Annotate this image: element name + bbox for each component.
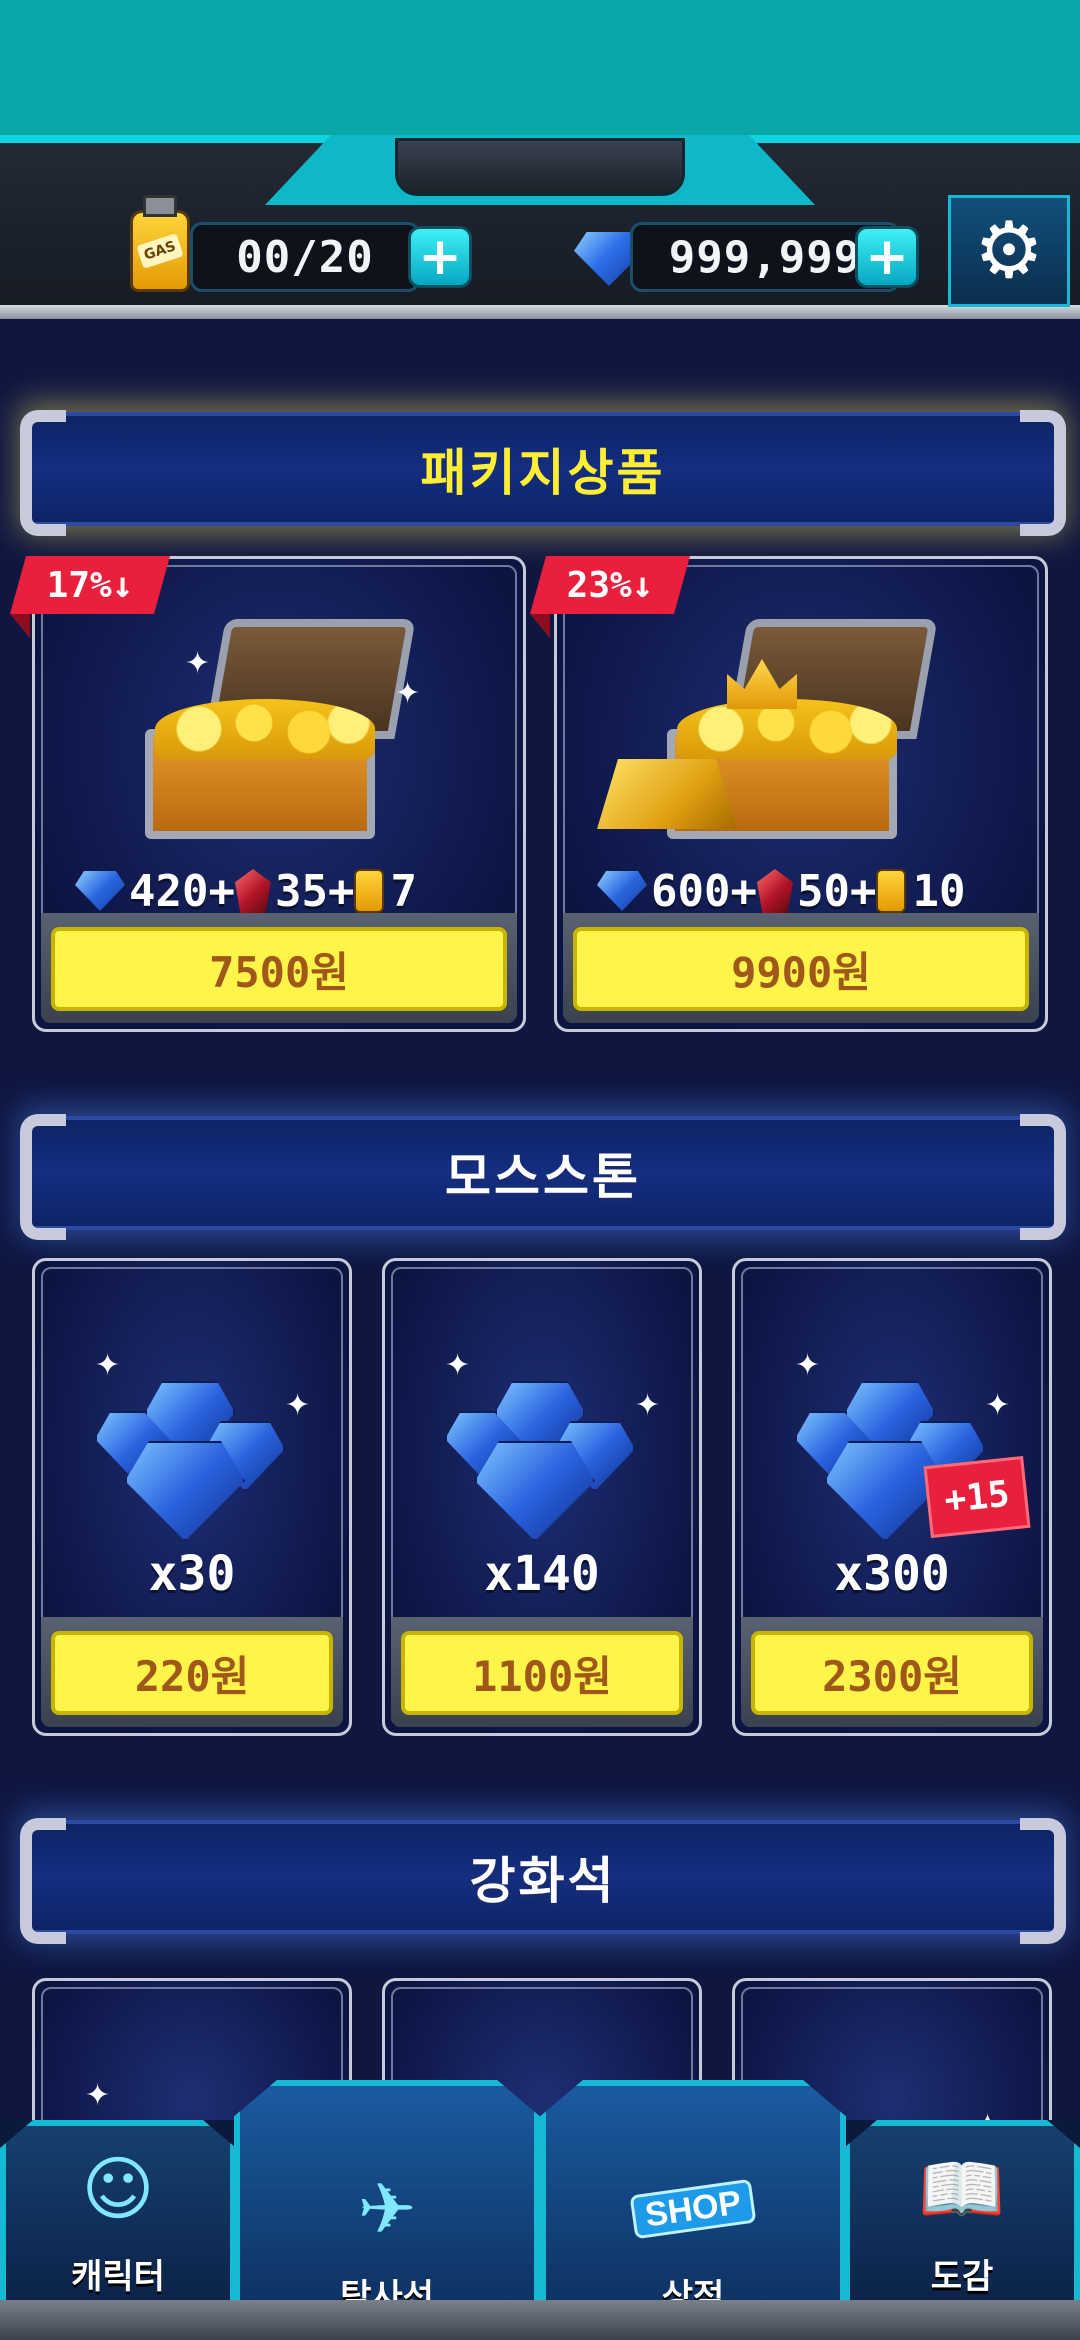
nav-item-character[interactable]: ☺ 캐릭터 xyxy=(0,2120,236,2320)
reward-gas: 10 xyxy=(912,865,966,917)
gem-count-text: 999,999 xyxy=(668,231,862,283)
plus-icon: + xyxy=(865,227,909,287)
section-title-mosstone: 모스스톤 xyxy=(445,1148,641,1206)
sparkle-icon: ✦ xyxy=(795,1348,821,1383)
section-header-mosstone: 모스스톤 xyxy=(20,1114,1066,1240)
spaceship-icon: ✈ xyxy=(357,2168,417,2250)
gem-icon xyxy=(75,871,125,911)
gear-icon: ⚙ xyxy=(974,206,1044,296)
nav-bottom-trim xyxy=(0,2300,1080,2340)
mosstone-card[interactable]: ✦ ✦ +15 x300 2300원 xyxy=(732,1258,1052,1736)
reward-row: 600+ 50+ 10 xyxy=(597,861,1025,921)
discount-badge: 17%↓ xyxy=(10,556,170,614)
bracket-left xyxy=(20,1114,66,1240)
buy-button[interactable]: 9900원 xyxy=(573,927,1029,1011)
top-notch-inner xyxy=(395,138,685,196)
package-card[interactable]: ✦ ✦ 420+ 35+ 7 7500원 xyxy=(32,556,526,1032)
reward-gas: 7 xyxy=(390,865,417,917)
plus-icon: + xyxy=(418,227,462,287)
reward-gems: 600+ xyxy=(651,865,757,917)
gem-pile-image xyxy=(435,1371,645,1541)
section-header-package: 패키지상품 xyxy=(20,410,1066,536)
bracket-left xyxy=(20,410,66,536)
gas-can-label: GAS xyxy=(136,233,184,269)
ribbon-tail xyxy=(10,614,30,638)
buy-button[interactable]: 7500원 xyxy=(51,927,507,1011)
gas-count-text: 00/20 xyxy=(236,231,374,283)
reward-gems: 420+ xyxy=(129,865,235,917)
mosstone-card[interactable]: ✦ ✦ x30 220원 xyxy=(32,1258,352,1736)
sparkle-icon: ✦ xyxy=(95,1348,121,1383)
settings-button[interactable]: ⚙ xyxy=(948,195,1070,307)
section-header-reinforce: 강화석 xyxy=(20,1818,1066,1944)
quantity-label: x140 xyxy=(484,1546,600,1602)
gas-can-icon xyxy=(876,869,907,913)
buy-button[interactable]: 2300원 xyxy=(751,1631,1033,1715)
sparkle-icon: ✦ xyxy=(635,1388,661,1423)
bracket-right xyxy=(1020,1818,1066,1944)
buy-button[interactable]: 1100원 xyxy=(401,1631,683,1715)
gold-bars-image xyxy=(597,759,737,829)
bracket-right xyxy=(1020,410,1066,536)
discount-badge: 23%↓ xyxy=(530,556,690,614)
buy-button[interactable]: 220원 xyxy=(51,1631,333,1715)
add-gem-button[interactable]: + xyxy=(855,226,919,288)
status-bar-trim xyxy=(0,305,1080,319)
mosstone-card[interactable]: ✦ ✦ x140 1100원 xyxy=(382,1258,702,1736)
bracket-left xyxy=(20,1818,66,1944)
ruby-icon xyxy=(234,869,271,913)
gas-can-icon xyxy=(354,869,385,913)
nav-item-book[interactable]: 📖 도감 xyxy=(844,2120,1080,2320)
bonus-badge: +15 xyxy=(923,1455,1031,1539)
character-icon: ☺ xyxy=(81,2148,155,2230)
gas-can-icon: GAS xyxy=(130,195,190,292)
sparkle-icon: ✦ xyxy=(185,646,211,681)
add-gas-button[interactable]: + xyxy=(408,226,472,288)
nav-label: 도감 xyxy=(930,2257,994,2297)
gold-coins xyxy=(155,699,375,759)
gem-icon xyxy=(597,871,647,911)
sparkle-icon: ✦ xyxy=(985,1388,1011,1423)
gas-counter: 00/20 xyxy=(190,222,420,292)
shop-cart-icon: SHOP xyxy=(629,2161,757,2257)
section-title-reinforce: 강화석 xyxy=(469,1852,617,1910)
bracket-right xyxy=(1020,1114,1066,1240)
reward-rubies: 50+ xyxy=(796,865,877,917)
sparkle-icon: ✦ xyxy=(445,1348,471,1383)
quantity-label: x30 xyxy=(148,1546,236,1602)
ruby-icon xyxy=(756,869,793,913)
treasure-chest-image xyxy=(597,619,947,839)
book-icon: 📖 xyxy=(918,2148,1006,2230)
ribbon-tail xyxy=(530,614,550,638)
sparkle-icon: ✦ xyxy=(285,1388,311,1423)
reward-row: 420+ 35+ 7 xyxy=(75,861,503,921)
shop-tag: SHOP xyxy=(629,2178,757,2240)
section-title-package: 패키지상품 xyxy=(420,444,666,502)
sparkle-icon: ✦ xyxy=(85,2078,111,2113)
quantity-label: x300 xyxy=(834,1546,950,1602)
gem-pile-image xyxy=(85,1371,295,1541)
package-card[interactable]: 600+ 50+ 10 9900원 xyxy=(554,556,1048,1032)
sparkle-icon: ✦ xyxy=(395,676,421,711)
nav-label: 캐릭터 xyxy=(71,2257,165,2297)
reward-rubies: 35+ xyxy=(274,865,355,917)
